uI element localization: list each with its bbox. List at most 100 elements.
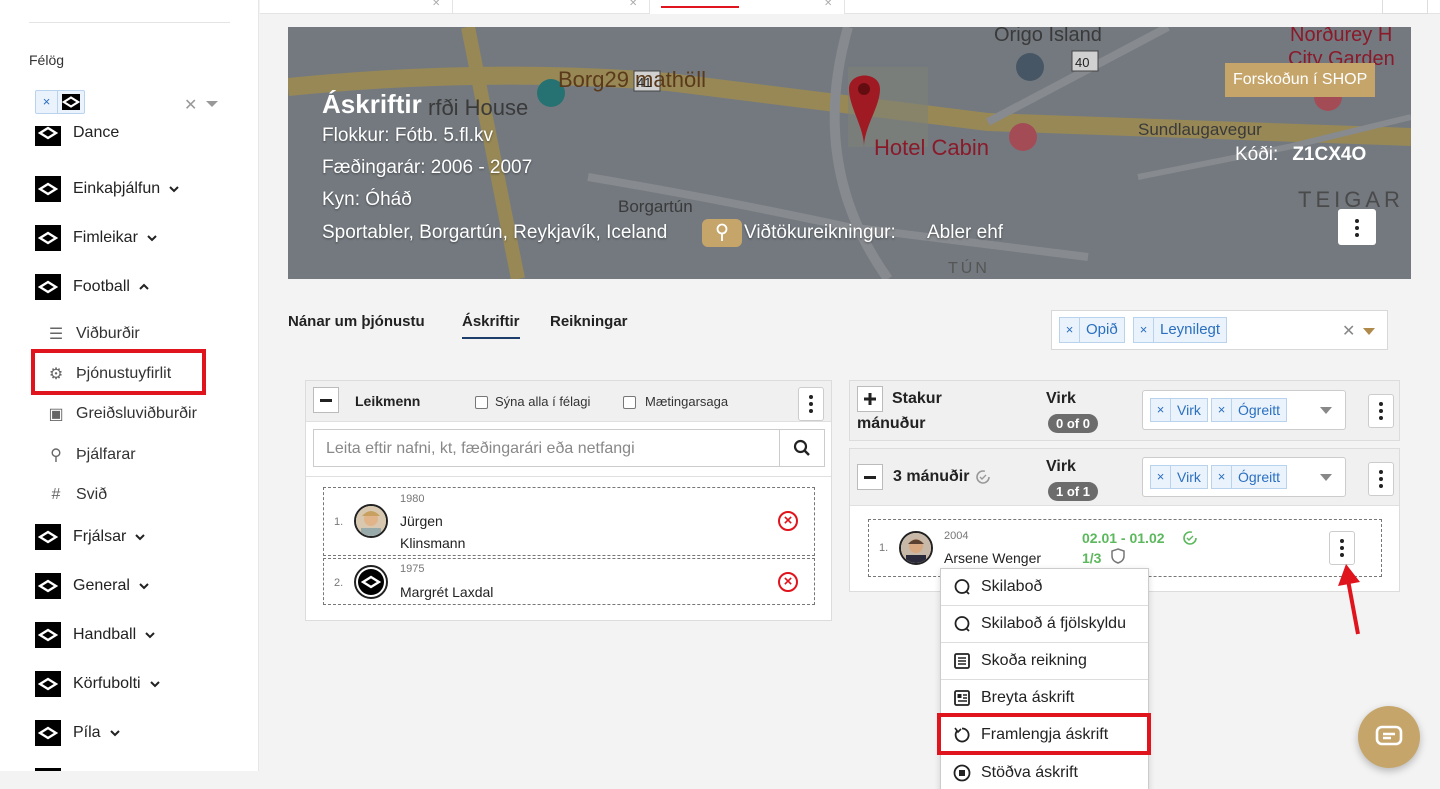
menu-item-stop-subscription[interactable]: Stöðva áskrift [941, 754, 1148, 789]
tab-subscriptions[interactable]: Áskriftir [462, 313, 520, 339]
count-badge: 1 of 1 [1048, 482, 1098, 501]
chip-remove-icon[interactable]: × [1151, 466, 1171, 488]
chip-label: Opið [1086, 321, 1118, 338]
players-more-button[interactable] [798, 387, 824, 421]
menu-item-message-family[interactable]: Skilaboð á fjölskyldu [941, 606, 1148, 643]
chip-remove-icon[interactable]: × [1212, 399, 1232, 421]
sidebar-item-dance[interactable]: Dance [35, 126, 119, 152]
preview-shop-button[interactable]: Forskoðun í SHOP [1225, 63, 1376, 97]
tab-strip-button[interactable] [1382, 0, 1428, 14]
chevron-down-icon[interactable] [206, 101, 218, 107]
collapse-button[interactable] [857, 464, 883, 490]
player-name: Margrét Laxdal [400, 584, 494, 600]
birth-year: 1980 [400, 493, 425, 505]
chip-remove-icon[interactable]: × [1212, 466, 1232, 488]
chip-remove-icon[interactable]: × [36, 91, 58, 113]
search-button[interactable] [779, 429, 825, 467]
sidebar-sub-vidburdir[interactable]: ☰ Viðburðir [47, 320, 140, 348]
panel-title: Leikmenn [355, 393, 421, 409]
tab-details[interactable]: Nánar um þjónustu [288, 313, 425, 330]
chevron-down-icon [147, 235, 157, 242]
close-icon[interactable]: ✕ [824, 0, 832, 9]
sidebar-sub-thjalfarar[interactable]: ⚲ Þjálfarar [47, 441, 135, 469]
club-logo-icon [35, 573, 61, 599]
map-pin-button[interactable] [702, 219, 742, 247]
remove-player-icon[interactable]: × [778, 572, 798, 592]
club-logo-icon [35, 176, 61, 202]
chevron-down-icon[interactable] [1363, 328, 1375, 335]
sidebar-item-handball[interactable]: Handball [35, 621, 156, 649]
close-icon[interactable]: ✕ [432, 0, 440, 9]
sidebar-item-label: Píla [73, 724, 101, 741]
list-icon: ☰ [48, 326, 64, 343]
menu-item-edit-subscription[interactable]: Breyta áskrift [941, 680, 1148, 717]
sidebar-item-general[interactable]: General [35, 572, 150, 600]
app-tab[interactable]: ✕ [260, 0, 453, 14]
row-number: 1. [879, 542, 889, 554]
location-text: Sportabler, Borgartún, Reykjavík, Icelan… [322, 222, 668, 243]
show-all-checkbox[interactable] [475, 396, 488, 409]
sidebar-sub-svid[interactable]: # Svið [47, 481, 108, 509]
code-value: Z1CX4O [1292, 144, 1367, 165]
sidebar-item-einkathjalfun[interactable]: Einkaþjálfun [35, 175, 180, 203]
service-header: Borg29 mathöll Hotel Cabin Origo Ísland … [288, 27, 1411, 279]
map-label: Borg29 mathöll [558, 67, 706, 92]
app-tab[interactable]: ✕ [453, 0, 650, 14]
expand-button[interactable] [857, 386, 883, 412]
club-filter-select[interactable]: × ✕ [29, 86, 230, 122]
sidebar-item-fimleikar[interactable]: Fimleikar [35, 224, 158, 252]
map-label: 40 [1075, 55, 1089, 70]
app-tab-active[interactable]: ✕ [650, 0, 845, 14]
menu-item-label: Skilaboð á fjölskyldu [981, 615, 1126, 632]
gender-text: Kyn: Óháð [322, 189, 412, 210]
page-title: Áskriftir [322, 89, 422, 119]
status-filter-select[interactable]: × Opið × Leynilegt ✕ [1051, 310, 1388, 350]
player-search-input[interactable]: Leita eftir nafni, kt, fæðingarári eða n… [313, 429, 781, 467]
chat-bubble-icon [1375, 725, 1403, 746]
sidebar-item-label: Dance [73, 126, 120, 141]
plan-more-button[interactable] [1368, 394, 1394, 428]
attendance-checkbox[interactable] [623, 396, 636, 409]
row-number: 2. [334, 577, 344, 589]
plan-more-button[interactable] [1368, 462, 1394, 496]
chip-remove-icon[interactable]: × [1060, 318, 1080, 342]
clear-icon[interactable]: ✕ [1342, 321, 1355, 341]
chat-icon [954, 579, 970, 595]
sidebar-item-football[interactable]: Football [35, 273, 150, 301]
tab-invoices[interactable]: Reikningar [550, 313, 628, 330]
chip-remove-icon[interactable]: × [1151, 399, 1171, 421]
sidebar-item-frjalsar[interactable]: Frjálsar [35, 523, 146, 551]
chevron-down-icon [109, 730, 120, 737]
sidebar-item-korfubolti[interactable]: Körfubolti [35, 670, 161, 698]
remove-player-icon[interactable]: × [778, 511, 798, 531]
header-more-button[interactable] [1338, 209, 1376, 245]
sidebar-divider [29, 22, 230, 23]
chevron-down-icon[interactable] [1320, 407, 1332, 414]
avatar [899, 531, 933, 565]
club-logo-icon [358, 569, 384, 595]
avatar [354, 565, 388, 599]
club-filter-label: Félög [29, 52, 65, 68]
chip-remove-icon[interactable]: × [1134, 318, 1154, 342]
birth-year: 2004 [944, 530, 969, 542]
edit-card-icon [954, 690, 970, 706]
map-pin-icon [716, 223, 728, 241]
clear-icon[interactable]: ✕ [184, 95, 197, 115]
close-icon[interactable]: ✕ [629, 0, 637, 9]
sidebar-item-pila[interactable]: Píla [35, 719, 121, 747]
minus-icon [864, 475, 876, 479]
support-chat-button[interactable] [1358, 706, 1420, 768]
players-panel-header: Leikmenn Sýna alla í félagi Mætingarsaga [306, 381, 831, 422]
menu-item-view-invoice[interactable]: Skoða reikning [941, 643, 1148, 680]
player-row[interactable]: 1. 1980 Jürgen Klinsmann × [323, 487, 815, 556]
collapse-button[interactable] [313, 387, 339, 413]
chevron-down-icon[interactable] [1320, 474, 1332, 481]
plan-status-select[interactable]: × Virk × Ógreitt [1142, 390, 1346, 430]
chevron-down-icon [145, 632, 155, 639]
menu-item-message[interactable]: Skilaboð [941, 569, 1148, 606]
sidebar-sub-greidsluvidburdir[interactable]: ▣ Greiðsluviðburðir [47, 400, 197, 428]
player-row[interactable]: 2. 1975 Margrét Laxdal × [323, 558, 815, 605]
subscriber-action-menu: Skilaboð Skilaboð á fjölskyldu Skoða rei… [940, 568, 1149, 789]
annotation-arrow-icon [1338, 564, 1360, 635]
plan-status-select[interactable]: × Virk × Ógreitt [1142, 457, 1346, 497]
